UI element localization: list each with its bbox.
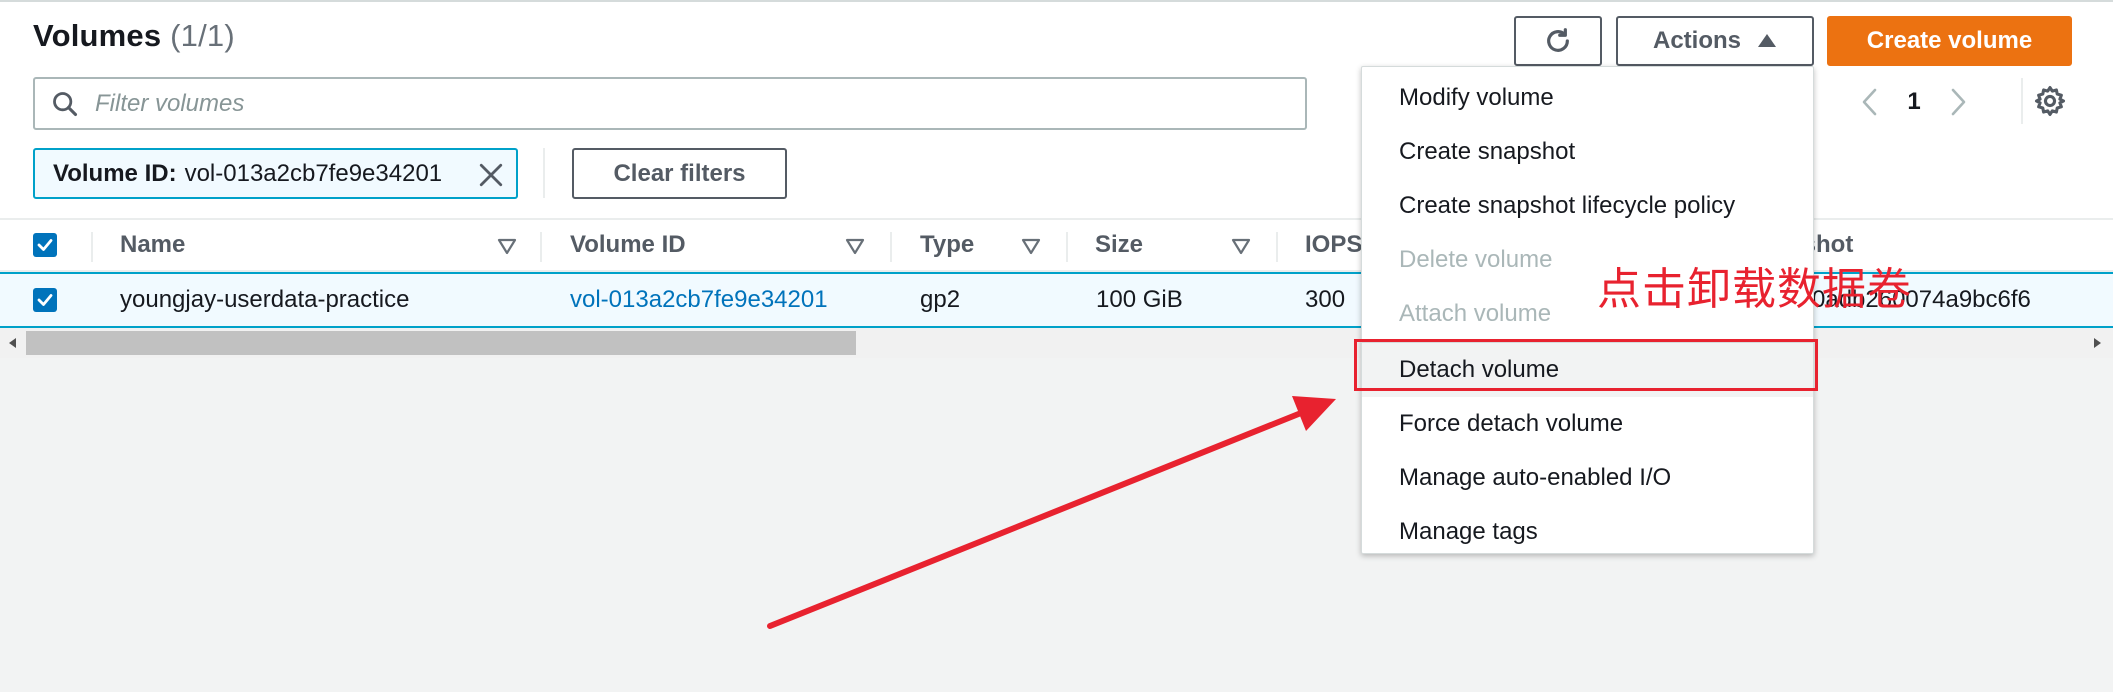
scroll-right-arrow-icon[interactable]	[2090, 336, 2104, 350]
check-icon	[37, 239, 53, 251]
actions-button-label: Actions	[1652, 27, 1741, 54]
refresh-button[interactable]	[1514, 16, 1602, 66]
page-title-text: Volumes	[33, 18, 162, 53]
column-divider	[1066, 232, 1068, 262]
column-header-size[interactable]: Size	[1095, 220, 1143, 270]
cell-name: youngjay-userdata-practice	[120, 286, 410, 313]
filter-token: Volume ID : vol-013a2cb7fe9e34201	[33, 148, 518, 199]
token-separator: :	[168, 159, 177, 187]
check-icon	[37, 294, 53, 306]
column-divider	[1276, 232, 1278, 262]
gear-icon[interactable]	[2033, 84, 2067, 118]
create-volume-label: Create volume	[1866, 27, 2033, 54]
menu-item-manage-auto-enabled-io[interactable]: Manage auto-enabled I/O	[1362, 451, 1813, 505]
scrollbar-thumb[interactable]	[26, 331, 856, 355]
create-volume-button[interactable]: Create volume	[1827, 16, 2072, 66]
sort-icon[interactable]	[496, 235, 518, 257]
sort-icon[interactable]	[1020, 235, 1042, 257]
column-header-name[interactable]: Name	[120, 220, 185, 270]
column-divider	[540, 232, 542, 262]
cell-volume-id-link[interactable]: vol-013a2cb7fe9e34201	[570, 274, 828, 326]
sort-icon[interactable]	[844, 235, 866, 257]
close-icon[interactable]	[478, 162, 504, 188]
token-value: vol-013a2cb7fe9e34201	[184, 159, 443, 187]
column-divider	[91, 232, 93, 262]
token-key: Volume ID	[53, 159, 169, 187]
menu-item-modify-volume[interactable]: Modify volume	[1362, 71, 1813, 125]
menu-item-force-detach-volume[interactable]: Force detach volume	[1362, 397, 1813, 451]
column-header-iops[interactable]: IOPS	[1305, 220, 1362, 270]
pager-divider	[2021, 78, 2023, 124]
actions-button[interactable]: Actions	[1616, 16, 1814, 66]
annotation-text: 点击卸载数据卷	[1597, 264, 1912, 315]
volume-count: (1/1)	[170, 18, 235, 53]
column-divider	[890, 232, 892, 262]
clear-filters-label: Clear filters	[613, 159, 746, 187]
cell-iops: 300	[1305, 286, 1346, 313]
pagination: 1	[1860, 80, 1968, 124]
cell-type: gp2	[920, 286, 961, 313]
filter-volumes-input[interactable]	[93, 88, 1247, 119]
filter-volumes-field[interactable]	[33, 77, 1307, 130]
cell-size: 100 GiB	[1096, 286, 1183, 313]
caret-up-icon	[1758, 34, 1776, 47]
refresh-icon	[1547, 28, 1569, 52]
token-divider	[543, 148, 545, 198]
menu-item-create-snapshot-lifecycle-policy[interactable]: Create snapshot lifecycle policy	[1362, 179, 1813, 233]
column-header-volume-id[interactable]: Volume ID	[570, 220, 686, 270]
menu-item-detach-volume[interactable]: Detach volume	[1362, 343, 1813, 397]
page-title: Volumes (1/1)	[33, 18, 235, 54]
chevron-right-icon[interactable]	[1950, 87, 1968, 117]
page-number[interactable]: 1	[1902, 88, 1926, 116]
scroll-left-arrow-icon[interactable]	[6, 336, 20, 350]
menu-item-create-snapshot[interactable]: Create snapshot	[1362, 125, 1813, 179]
clear-filters-button[interactable]: Clear filters	[572, 148, 787, 199]
search-icon	[51, 90, 79, 118]
column-header-type[interactable]: Type	[920, 220, 974, 270]
row-checkbox[interactable]	[33, 288, 57, 312]
select-all-checkbox[interactable]	[33, 233, 57, 257]
sort-icon[interactable]	[1230, 235, 1252, 257]
chevron-left-icon[interactable]	[1860, 87, 1878, 117]
menu-item-manage-tags[interactable]: Manage tags	[1362, 505, 1813, 559]
